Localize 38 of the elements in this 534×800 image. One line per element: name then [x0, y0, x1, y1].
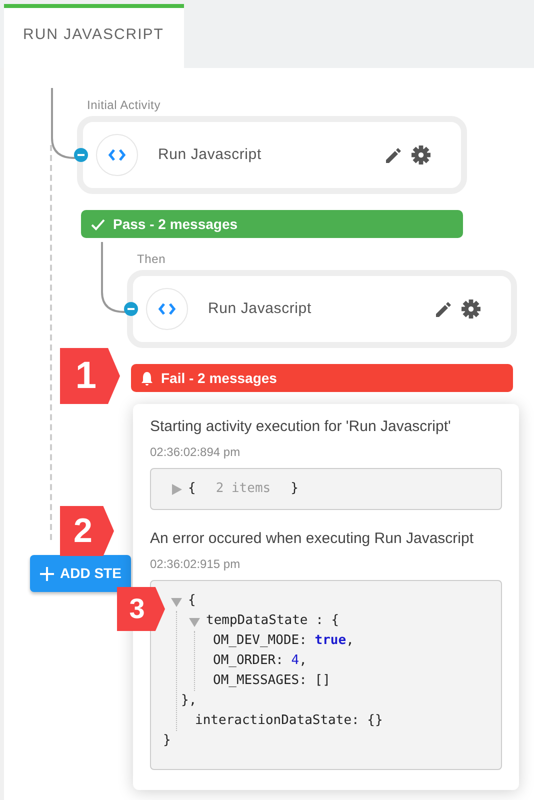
collapse-icon[interactable]	[74, 148, 88, 162]
pencil-icon[interactable]	[434, 300, 453, 318]
code-icon	[146, 288, 188, 330]
code-line: tempDataState : {	[189, 611, 481, 631]
activity-title: Run Javascript	[208, 298, 312, 319]
pass-status-bar[interactable]: Pass - 2 messages	[81, 210, 463, 238]
code-line: },	[181, 692, 198, 710]
collapsed-toggle-icon[interactable]	[171, 484, 182, 494]
expanded-toggle-icon[interactable]	[171, 596, 182, 606]
code-line: {	[171, 591, 481, 611]
plus-icon	[40, 566, 54, 580]
code-icon	[96, 134, 138, 176]
fail-status-bar[interactable]: Fail - 2 messages	[131, 364, 513, 392]
expanded-toggle-icon[interactable]	[189, 616, 200, 626]
callout-badge: 2	[60, 506, 114, 556]
activity-title: Run Javascript	[158, 144, 262, 165]
tree-connector	[99, 242, 127, 314]
code-line: { 2 items }	[171, 479, 481, 499]
pencil-icon[interactable]	[384, 146, 403, 164]
code-line: OM_ORDER: 4,	[212, 652, 308, 670]
callout-badge: 1	[60, 348, 120, 404]
callout-badge: 3	[117, 587, 165, 631]
add-step-button[interactable]: ADD STE	[30, 555, 132, 592]
tree-connector	[49, 88, 77, 160]
code-line: OM_DEV_MODE: true,	[212, 632, 355, 650]
collapse-icon[interactable]	[124, 302, 138, 316]
tab[interactable]: RUN JAVASCRIPT	[4, 4, 184, 68]
code-line: }	[163, 732, 172, 750]
code-line: OM_MESSAGES: []	[212, 672, 332, 690]
settings-icon[interactable]	[461, 299, 481, 319]
bell-icon	[140, 370, 154, 386]
log-message: Starting activity execution for 'Run Javascript' 02:36:02:894 pm	[150, 417, 452, 461]
code-line: interactionDataState: {}	[194, 712, 384, 730]
step-caption: Initial Activity	[86, 97, 162, 114]
settings-icon[interactable]	[411, 145, 431, 165]
check-icon	[90, 216, 106, 232]
log-message: An error occured when executing Run Javascript 02:36:02:915 pm	[150, 529, 474, 573]
step-caption: Then	[136, 251, 167, 268]
